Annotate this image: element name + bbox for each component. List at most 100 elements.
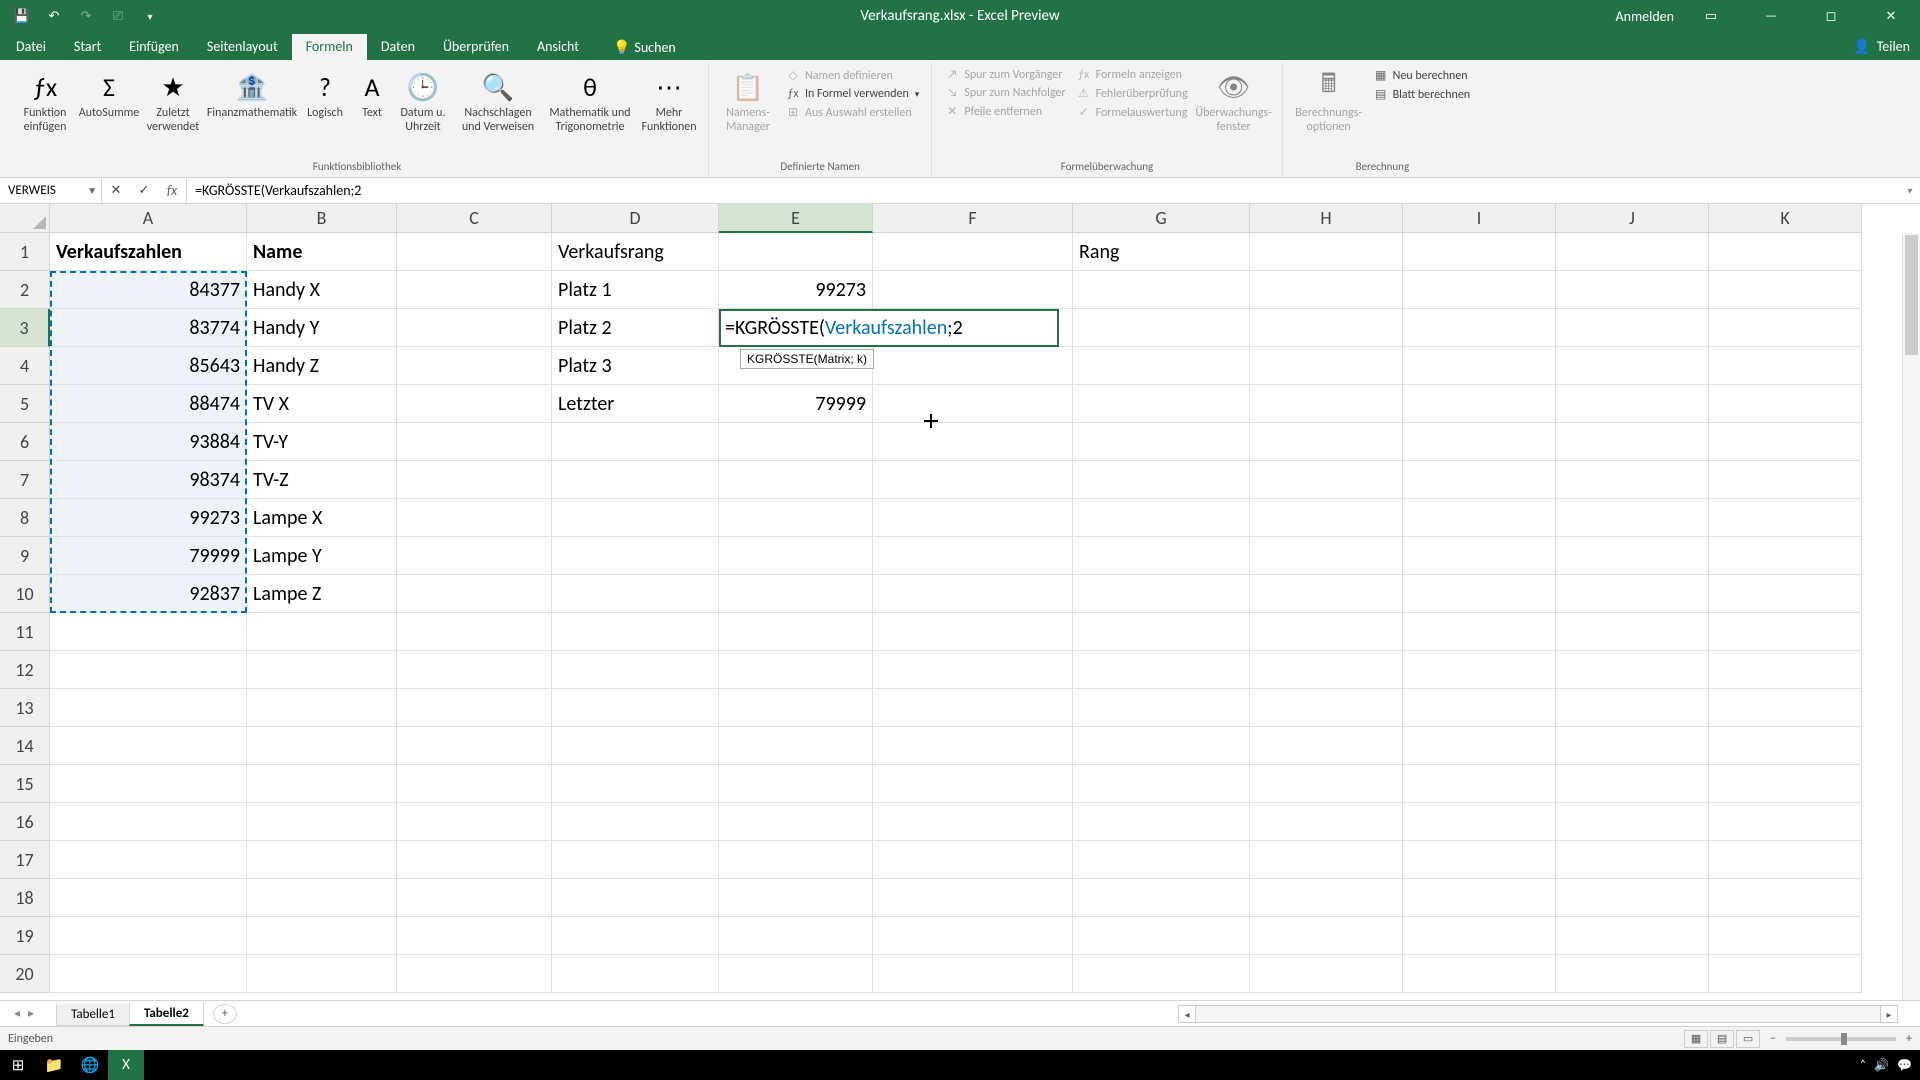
cell-A12[interactable]: [50, 651, 247, 689]
cell-J10[interactable]: [1556, 575, 1709, 613]
col-header-K[interactable]: K: [1709, 204, 1862, 233]
qat-customize-icon[interactable]: ▾: [138, 4, 162, 28]
cell-I2[interactable]: [1403, 271, 1556, 309]
cell-E18[interactable]: [719, 879, 873, 917]
cell-C12[interactable]: [397, 651, 552, 689]
col-header-E[interactable]: E: [719, 204, 873, 233]
cell-J15[interactable]: [1556, 765, 1709, 803]
cell-I14[interactable]: [1403, 727, 1556, 765]
cell-F11[interactable]: [873, 613, 1073, 651]
cell-B14[interactable]: [247, 727, 397, 765]
row-header-4[interactable]: 4: [0, 347, 50, 385]
cell-D20[interactable]: [552, 955, 719, 993]
cell-F4[interactable]: [873, 347, 1073, 385]
cell-J20[interactable]: [1556, 955, 1709, 993]
cell-D3[interactable]: Platz 2: [552, 309, 719, 347]
tab-start[interactable]: Start: [60, 34, 115, 60]
cell-E1[interactable]: [719, 233, 873, 271]
cell-H3[interactable]: [1250, 309, 1403, 347]
cell-J11[interactable]: [1556, 613, 1709, 651]
cell-I11[interactable]: [1403, 613, 1556, 651]
cell-K9[interactable]: [1709, 537, 1862, 575]
cell-A7[interactable]: 98374: [50, 461, 247, 499]
cell-J7[interactable]: [1556, 461, 1709, 499]
cell-K12[interactable]: [1709, 651, 1862, 689]
cell-J19[interactable]: [1556, 917, 1709, 955]
tab-ansicht[interactable]: Ansicht: [523, 34, 593, 60]
calculate-now-button[interactable]: ▦Neu berechnen: [1369, 67, 1474, 84]
datetime-button[interactable]: 🕒Datum u. Uhrzeit: [394, 65, 452, 135]
cell-K5[interactable]: [1709, 385, 1862, 423]
cell-E17[interactable]: [719, 841, 873, 879]
cell-C15[interactable]: [397, 765, 552, 803]
cell-A19[interactable]: [50, 917, 247, 955]
cell-B15[interactable]: [247, 765, 397, 803]
col-header-A[interactable]: A: [50, 204, 247, 233]
name-manager-button[interactable]: 📋Namens- Manager: [717, 65, 779, 135]
cell-A2[interactable]: 84377: [50, 271, 247, 309]
cell-C8[interactable]: [397, 499, 552, 537]
cell-D11[interactable]: [552, 613, 719, 651]
cell-B5[interactable]: TV X: [247, 385, 397, 423]
cell-I19[interactable]: [1403, 917, 1556, 955]
cell-E9[interactable]: [719, 537, 873, 575]
cell-C20[interactable]: [397, 955, 552, 993]
worksheet-grid[interactable]: A B C D E F G H I J K 1 2 3 4 5 6 7 8 9 …: [0, 204, 1920, 1000]
cell-K18[interactable]: [1709, 879, 1862, 917]
cell-E5[interactable]: 79999: [719, 385, 873, 423]
cell-F5[interactable]: [873, 385, 1073, 423]
cell-J9[interactable]: [1556, 537, 1709, 575]
cell-I10[interactable]: [1403, 575, 1556, 613]
cell-G12[interactable]: [1073, 651, 1250, 689]
view-page-break-icon[interactable]: ▭: [1736, 1030, 1760, 1048]
cell-J8[interactable]: [1556, 499, 1709, 537]
cell-B7[interactable]: TV-Z: [247, 461, 397, 499]
view-page-layout-icon[interactable]: ▤: [1710, 1030, 1734, 1048]
cell-H8[interactable]: [1250, 499, 1403, 537]
row-header-17[interactable]: 17: [0, 841, 50, 879]
cell-I12[interactable]: [1403, 651, 1556, 689]
cell-F8[interactable]: [873, 499, 1073, 537]
cell-D4[interactable]: Platz 3: [552, 347, 719, 385]
cell-D2[interactable]: Platz 1: [552, 271, 719, 309]
cell-D18[interactable]: [552, 879, 719, 917]
cell-F9[interactable]: [873, 537, 1073, 575]
cell-A8[interactable]: 99273: [50, 499, 247, 537]
cell-G5[interactable]: [1073, 385, 1250, 423]
minimize-icon[interactable]: —: [1748, 0, 1794, 32]
cell-D14[interactable]: [552, 727, 719, 765]
cell-K6[interactable]: [1709, 423, 1862, 461]
undo-icon[interactable]: ↶: [42, 4, 66, 28]
cell-K2[interactable]: [1709, 271, 1862, 309]
use-in-formula-button[interactable]: ƒxIn Formel verwenden▾: [781, 86, 923, 102]
cell-E19[interactable]: [719, 917, 873, 955]
cell-J17[interactable]: [1556, 841, 1709, 879]
calculate-sheet-button[interactable]: ▤Blatt berechnen: [1369, 86, 1474, 103]
text-button[interactable]: AText: [352, 65, 392, 121]
cell-G17[interactable]: [1073, 841, 1250, 879]
cell-E10[interactable]: [719, 575, 873, 613]
cell-G6[interactable]: [1073, 423, 1250, 461]
cell-I20[interactable]: [1403, 955, 1556, 993]
tab-datei[interactable]: Datei: [6, 34, 60, 60]
cell-G14[interactable]: [1073, 727, 1250, 765]
sheet-nav-first-icon[interactable]: ◂: [14, 1006, 20, 1021]
cell-F13[interactable]: [873, 689, 1073, 727]
insert-function-button[interactable]: ƒxFunktion einfügen: [14, 65, 76, 135]
redo-icon[interactable]: ↷: [74, 4, 98, 28]
cell-B11[interactable]: [247, 613, 397, 651]
cell-F1[interactable]: [873, 233, 1073, 271]
cell-K19[interactable]: [1709, 917, 1862, 955]
cell-C10[interactable]: [397, 575, 552, 613]
cell-D17[interactable]: [552, 841, 719, 879]
edge-icon[interactable]: 🌐: [72, 1050, 108, 1080]
cell-F12[interactable]: [873, 651, 1073, 689]
cell-E13[interactable]: [719, 689, 873, 727]
define-name-button[interactable]: ◇Namen definieren: [781, 67, 923, 84]
cell-H18[interactable]: [1250, 879, 1403, 917]
sheet-tab-tabelle1[interactable]: Tabelle1: [56, 1004, 130, 1026]
zoom-slider[interactable]: [1786, 1037, 1896, 1041]
col-header-H[interactable]: H: [1250, 204, 1403, 233]
cell-C13[interactable]: [397, 689, 552, 727]
cell-F16[interactable]: [873, 803, 1073, 841]
